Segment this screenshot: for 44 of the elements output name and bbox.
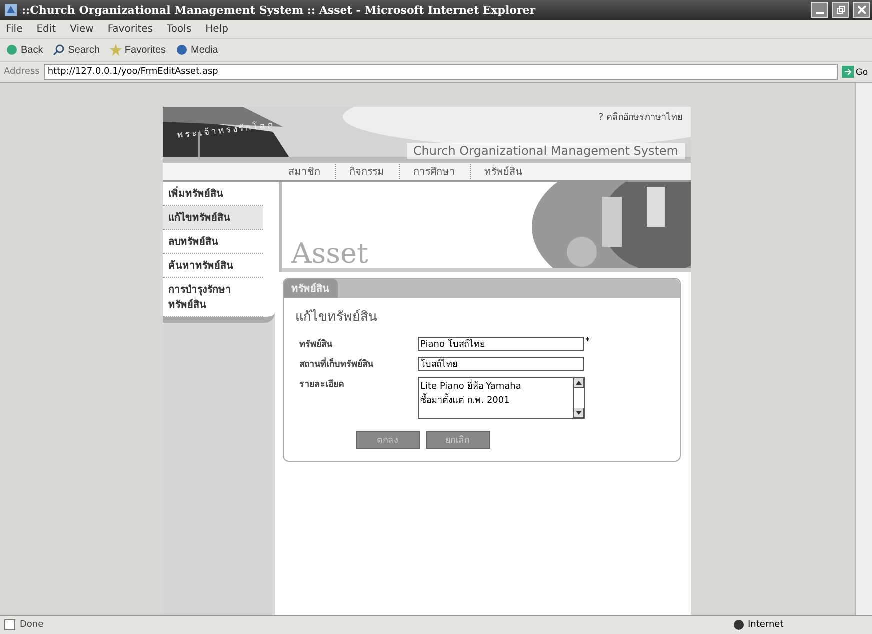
system-name: Church Organizational Management System: [407, 143, 684, 159]
nav-link[interactable]: กิจกรรม: [336, 164, 400, 179]
close-button[interactable]: [853, 2, 870, 18]
menu-item[interactable]: View: [70, 24, 94, 34]
input-field[interactable]: โบสถ์ไทย: [418, 357, 584, 371]
text-area[interactable]: Lite Piano ยี่ห้อ Yamaha ซื้อมาตั้งแต่ ก.พ. 2001: [418, 377, 574, 419]
toolbar-button[interactable]: Media: [176, 44, 218, 56]
nav-link[interactable]: สมาชิก: [274, 164, 336, 179]
toolbar-button[interactable]: Search: [53, 44, 100, 56]
menu-item[interactable]: Favorites: [108, 24, 154, 34]
go-arrow-icon: [842, 66, 854, 78]
go-button[interactable]: Go: [842, 66, 868, 78]
browser-icon: [4, 3, 18, 17]
menu-item[interactable]: File: [6, 24, 23, 34]
zone-text: Internet: [748, 620, 785, 630]
toolbar-button[interactable]: Favorites: [110, 44, 166, 56]
address-field[interactable]: http://127.0.0.1/yoo/FrmEditAsset.asp: [44, 64, 838, 80]
menu-item[interactable]: Help: [206, 24, 228, 34]
search-icon: [53, 44, 66, 56]
restore-button[interactable]: [832, 2, 849, 18]
scrollbar[interactable]: [855, 83, 872, 615]
menu-item[interactable]: Tools: [167, 24, 192, 34]
menu-item[interactable]: Edit: [36, 24, 56, 34]
required-mark: *: [586, 337, 590, 347]
nav-link[interactable]: ทรัพย์สิน: [470, 164, 536, 179]
window-title: ::Church Organizational Management System :: Asset - Microsoft Internet Explorer: [22, 4, 537, 16]
restore-icon: [836, 6, 844, 14]
toolbar-button[interactable]: Back: [6, 44, 44, 56]
status-text: Done: [20, 620, 45, 630]
field-label: รายละเอียด: [300, 378, 346, 391]
page-icon: [4, 619, 16, 631]
field-label: สถานที่เก็บทรัพย์สิน: [300, 357, 418, 371]
star-icon: [110, 44, 122, 56]
minimize-button[interactable]: [811, 2, 828, 18]
address-label: Address: [4, 67, 40, 77]
input-field[interactable]: Piano โบสถ์ไทย: [418, 337, 584, 351]
form-heading: แก้ไขทรัพย์สิน: [296, 308, 378, 327]
field-label: ทรัพย์สิน: [300, 338, 334, 351]
globe-icon: [734, 620, 744, 630]
close-icon: [858, 6, 866, 14]
sidebar-item[interactable]: แก้ไขทรัพย์สิน: [162, 206, 262, 230]
section-title: Asset: [292, 237, 368, 270]
nav-link[interactable]: การศึกษา: [400, 164, 470, 179]
top-link[interactable]: ? คลิกอักษรภาษาไทย: [598, 110, 682, 124]
